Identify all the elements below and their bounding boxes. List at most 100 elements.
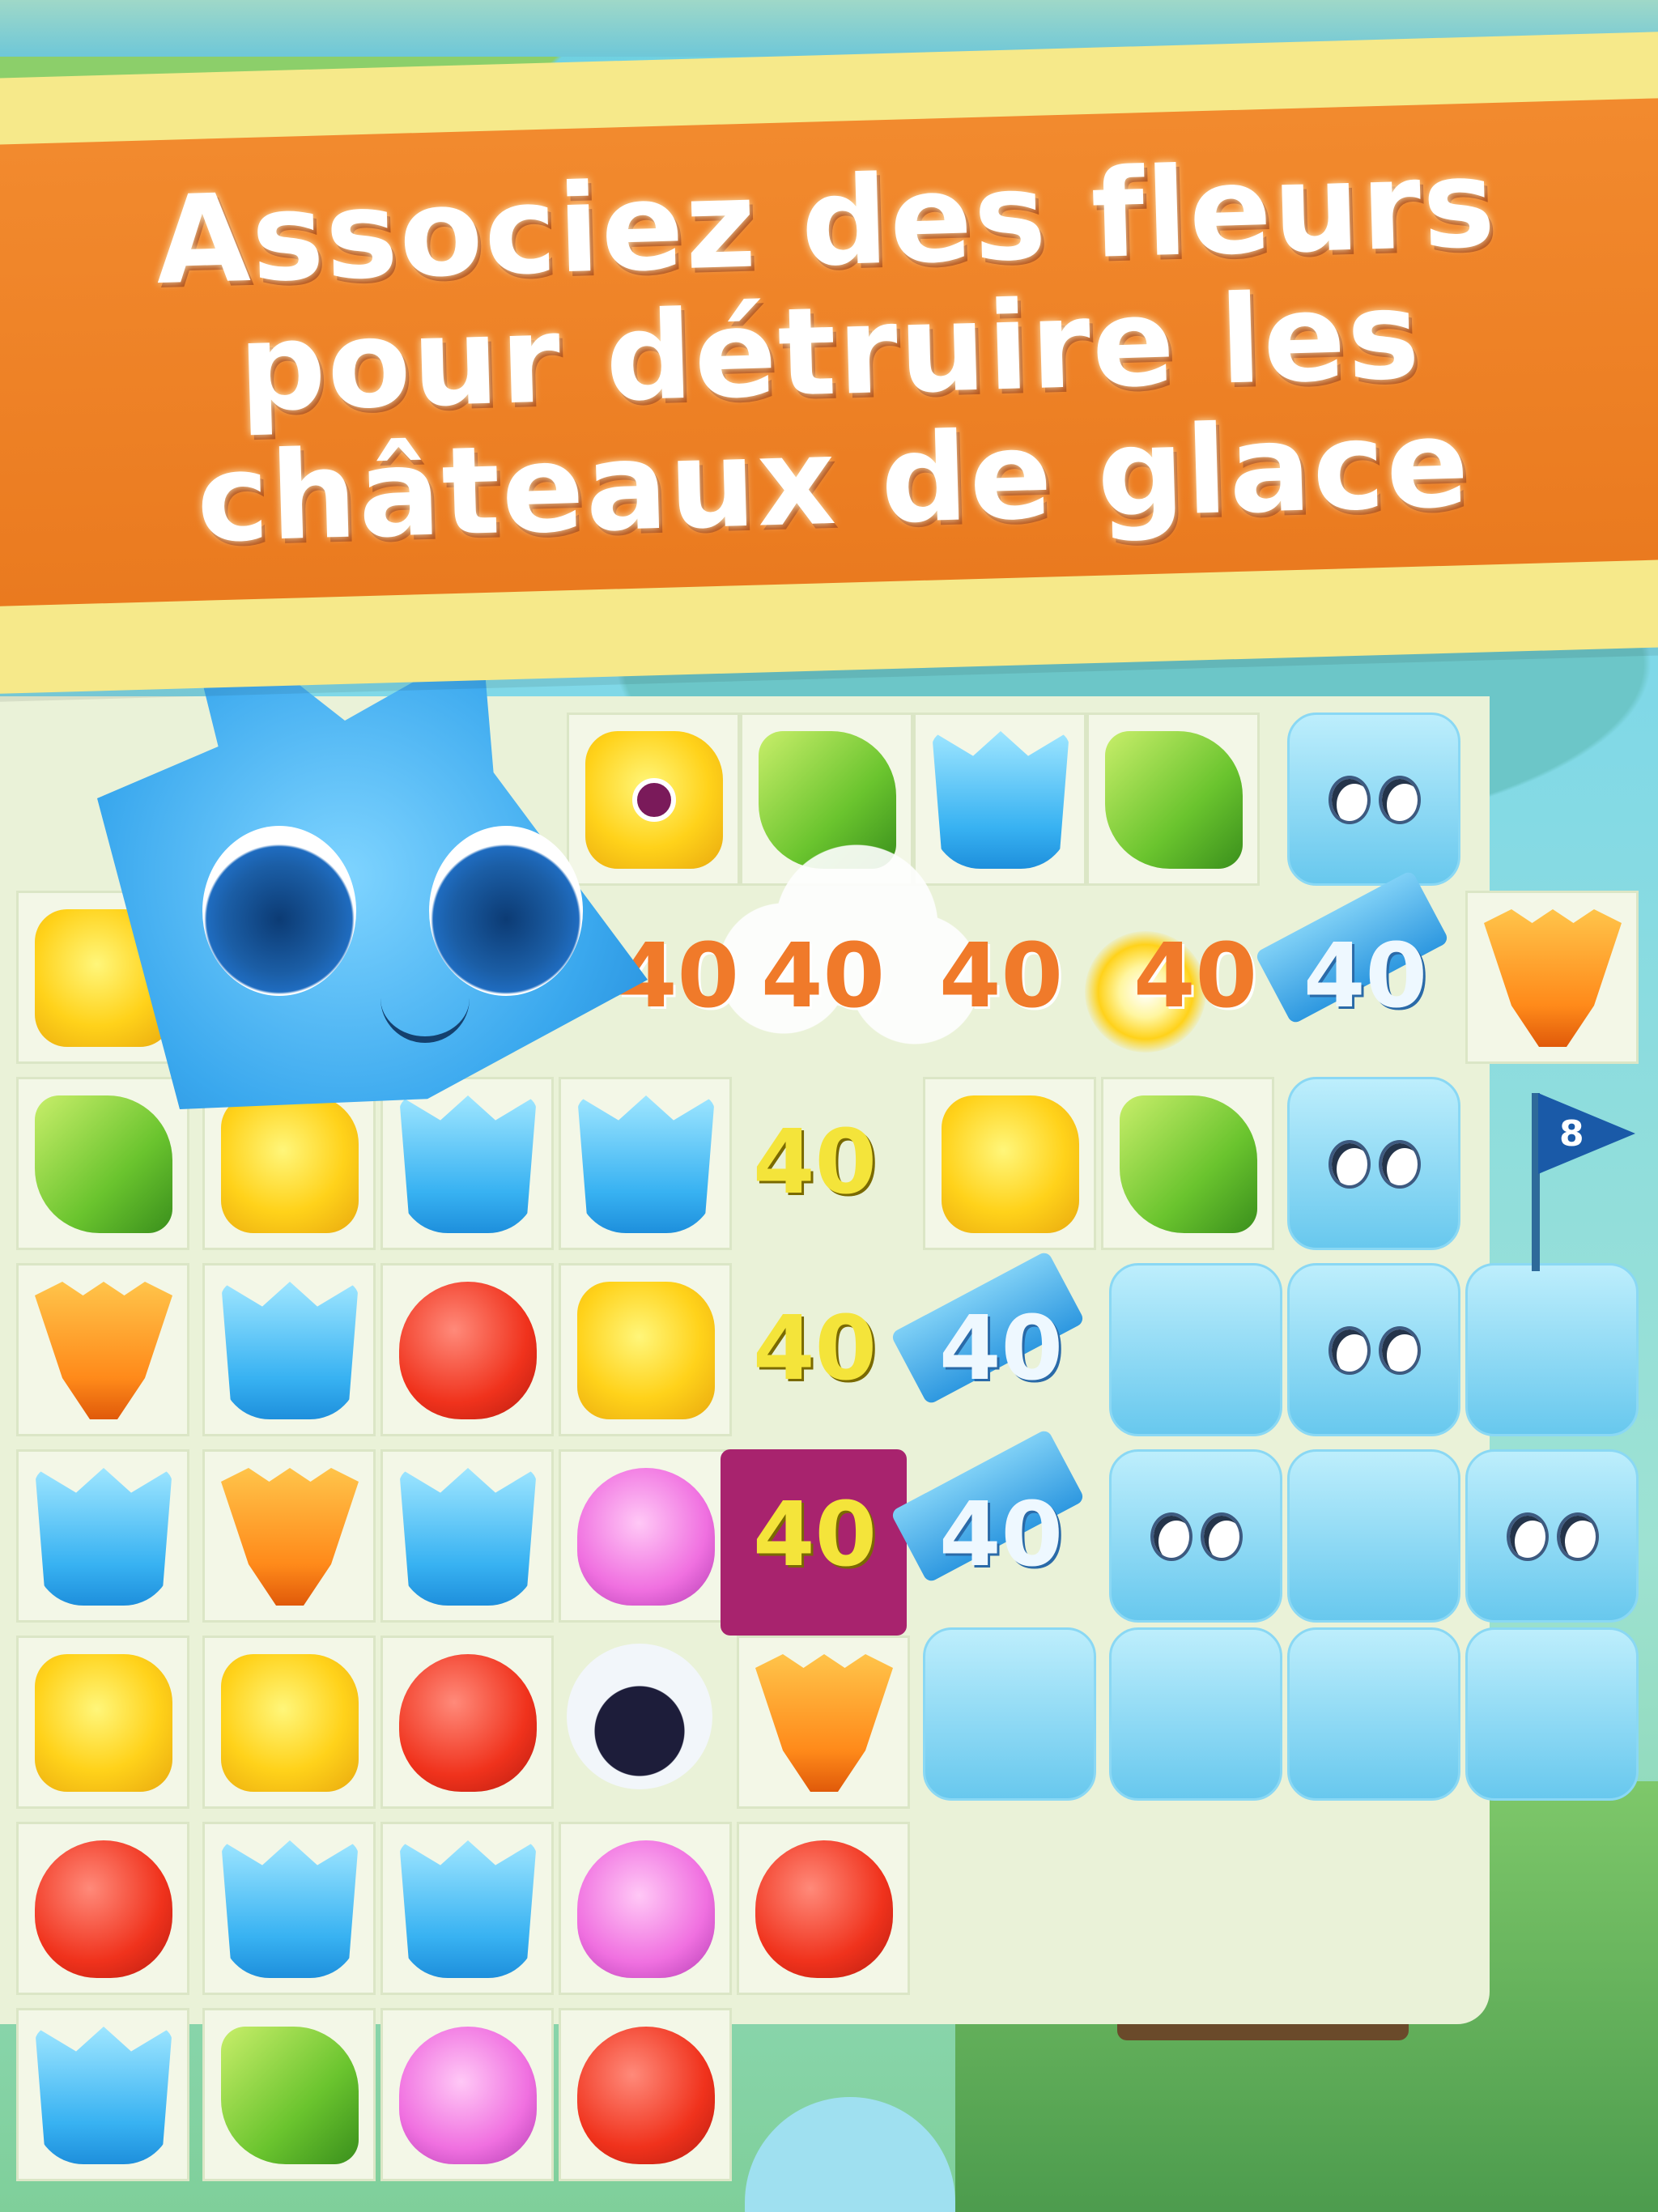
score-popup: 40 [1303, 924, 1428, 1027]
ice-eye-icon [1379, 776, 1421, 824]
yellow-flower-piece[interactable] [221, 1095, 359, 1233]
yellow-flower-piece[interactable] [577, 1282, 715, 1419]
board-cell[interactable] [16, 1263, 189, 1436]
ice-block[interactable] [1287, 1263, 1460, 1436]
ice-gate-block[interactable] [1109, 1627, 1282, 1801]
board-cell[interactable] [16, 1636, 189, 1809]
board-cell[interactable] [559, 1263, 732, 1436]
ice-block[interactable] [1465, 1627, 1639, 1801]
board-cell[interactable] [202, 1449, 376, 1623]
ice-block[interactable] [923, 1627, 1096, 1801]
orange-flower-piece[interactable] [35, 1282, 172, 1419]
blue-flower-piece[interactable] [577, 1095, 715, 1233]
green-flower-piece[interactable] [1120, 1095, 1257, 1233]
score-popup: 40 [939, 924, 1064, 1027]
ice-block[interactable] [1109, 1263, 1282, 1436]
orange-flower-piece[interactable] [221, 1468, 359, 1606]
blue-flower-piece[interactable] [221, 1282, 359, 1419]
score-popup: 40 [761, 924, 886, 1027]
ice-eye-icon [1329, 776, 1371, 824]
orange-flower-piece[interactable] [1484, 909, 1622, 1047]
board-cell[interactable] [737, 1822, 910, 1995]
score-popup: 40 [939, 1296, 1064, 1400]
ice-face [1306, 1095, 1443, 1233]
board-cell[interactable] [1086, 713, 1260, 886]
flag-label: 8 [1559, 1112, 1584, 1155]
red-flower-piece[interactable] [399, 1654, 537, 1792]
red-flower-piece[interactable] [399, 1282, 537, 1419]
board-cell[interactable] [1465, 891, 1639, 1064]
pink-flower-piece[interactable] [399, 2027, 537, 2164]
pink-flower-piece[interactable] [577, 1468, 715, 1606]
ice-block[interactable] [1287, 1627, 1460, 1801]
board-cell[interactable] [380, 1077, 554, 1250]
ice-face [1484, 1468, 1622, 1606]
yellow-flower-piece[interactable] [221, 1654, 359, 1792]
blue-flower-piece[interactable] [399, 1840, 537, 1978]
ice-eye-icon [1507, 1512, 1549, 1561]
board-cell[interactable] [202, 1263, 376, 1436]
ice-eye-icon [1329, 1140, 1371, 1189]
mascot-eye-icon [202, 826, 356, 996]
board-cell[interactable] [16, 2008, 189, 2181]
ice-face [1128, 1468, 1265, 1606]
blue-flower-piece[interactable] [399, 1468, 537, 1606]
ice-eye-icon [1379, 1140, 1421, 1189]
score-popup: 40 [753, 1110, 878, 1214]
score-popup: 40 [753, 1482, 878, 1586]
board-cell[interactable] [202, 2008, 376, 2181]
blue-flower-piece[interactable] [35, 1468, 172, 1606]
red-flower-piece[interactable] [577, 2027, 715, 2164]
orange-flower-piece[interactable] [755, 1654, 893, 1792]
teapot-decoration [745, 2097, 955, 2212]
blue-flower-piece[interactable] [221, 1840, 359, 1978]
pink-flower-piece[interactable] [577, 1840, 715, 1978]
board-cell[interactable] [380, 1636, 554, 1809]
ice-face [1306, 731, 1443, 869]
board-cell[interactable] [380, 2008, 554, 2181]
headline-banner: Associez des fleurs pour détruire les ch… [0, 97, 1658, 607]
blue-flower-piece[interactable] [35, 2027, 172, 2164]
flower-eye-icon [632, 778, 676, 822]
ice-block[interactable] [1109, 1449, 1282, 1623]
board-cell[interactable] [16, 1822, 189, 1995]
red-flower-piece[interactable] [755, 1840, 893, 1978]
board-cell[interactable] [559, 2008, 732, 2181]
blue-flower-piece[interactable] [399, 1095, 537, 1233]
game-scene: 40 40 40 40 40 40 40 40 40 40 8 Associez… [0, 0, 1658, 2212]
ice-face [1306, 1282, 1443, 1419]
board-cell[interactable] [559, 1822, 732, 1995]
ice-block[interactable] [1287, 713, 1460, 886]
ice-block[interactable] [1465, 1263, 1639, 1436]
ice-block[interactable] [1465, 1449, 1639, 1623]
green-flower-piece[interactable] [1105, 731, 1243, 869]
ice-eye-icon [1201, 1512, 1243, 1561]
red-flower-piece[interactable] [35, 1840, 172, 1978]
ice-block[interactable] [1287, 1077, 1460, 1250]
board-cell[interactable] [380, 1822, 554, 1995]
board-cell[interactable] [16, 1449, 189, 1623]
green-flower-piece[interactable] [35, 1095, 172, 1233]
ice-eye-icon [1379, 1326, 1421, 1375]
board-cell[interactable] [380, 1449, 554, 1623]
board-cell[interactable] [16, 1077, 189, 1250]
board-cell[interactable] [380, 1263, 554, 1436]
yeti-character [567, 1644, 712, 1789]
ice-door-block[interactable] [1287, 1449, 1460, 1623]
score-popup: 40 [939, 1482, 1064, 1586]
board-cell[interactable] [1101, 1077, 1274, 1250]
headline-line-3: châteaux de glace [194, 393, 1473, 570]
board-cell[interactable] [202, 1822, 376, 1995]
board-cell[interactable] [559, 1077, 732, 1250]
ice-eye-icon [1557, 1512, 1599, 1561]
board-cell[interactable] [202, 1636, 376, 1809]
yellow-flower-piece[interactable] [942, 1095, 1079, 1233]
ice-eye-icon [1329, 1326, 1371, 1375]
board-cell[interactable] [737, 1636, 910, 1809]
mascot-eye-icon [429, 826, 583, 996]
score-popup: 40 [1133, 924, 1258, 1027]
green-flower-piece[interactable] [221, 2027, 359, 2164]
board-cell[interactable] [559, 1449, 732, 1623]
board-cell[interactable] [923, 1077, 1096, 1250]
yellow-flower-piece[interactable] [35, 1654, 172, 1792]
